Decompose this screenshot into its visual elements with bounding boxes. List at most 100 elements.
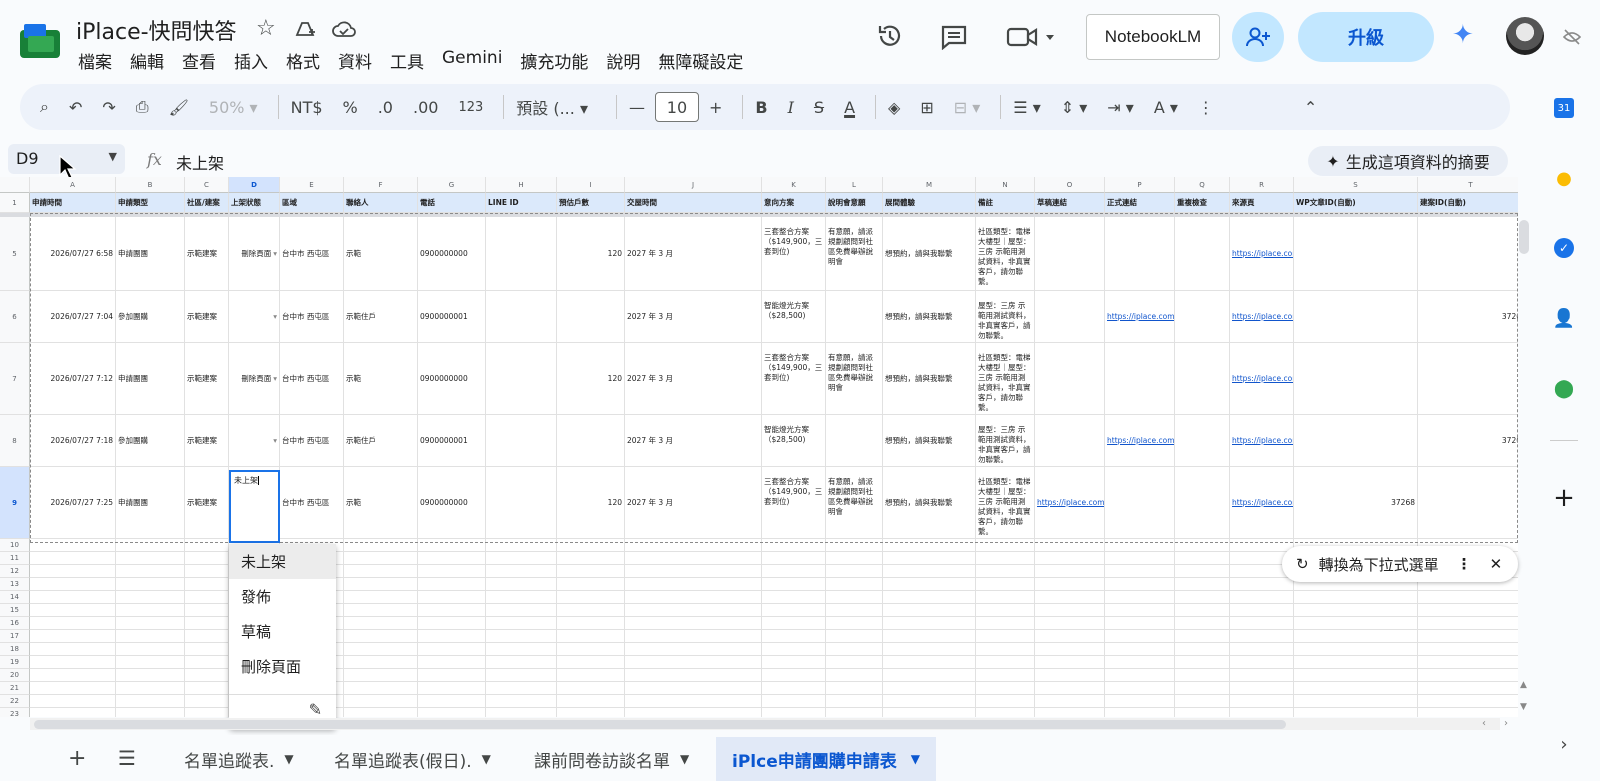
empty-cell[interactable] (1175, 630, 1230, 643)
table-cell[interactable] (1035, 217, 1105, 291)
empty-cell[interactable] (486, 578, 557, 591)
empty-cell[interactable] (1035, 578, 1105, 591)
table-cell[interactable]: 示範建案 (185, 415, 229, 467)
decrease-decimal-button[interactable]: .0 (378, 98, 393, 117)
table-cell[interactable]: https://iplace.com.tw/community/?nocache… (1230, 291, 1294, 343)
column-title-cell[interactable]: 草稿連結 (1035, 193, 1105, 213)
table-cell[interactable]: ▾ (229, 415, 280, 467)
empty-cell[interactable] (1175, 591, 1230, 604)
empty-cell[interactable] (344, 565, 418, 578)
menu-format[interactable]: 格式 (286, 48, 330, 73)
empty-cell[interactable] (116, 656, 185, 669)
meet-video-icon[interactable] (1006, 26, 1056, 48)
sheet-tab-active[interactable]: iPlce申請團購申請表 ▼ (716, 737, 936, 781)
empty-cell[interactable] (762, 552, 826, 565)
table-cell[interactable] (1175, 343, 1230, 415)
table-cell[interactable]: 參加團購 (116, 291, 185, 343)
empty-cell[interactable] (557, 682, 625, 695)
empty-cell[interactable] (1105, 552, 1175, 565)
table-cell[interactable] (1035, 415, 1105, 467)
empty-cell[interactable] (418, 617, 486, 630)
table-cell[interactable] (1294, 415, 1418, 467)
empty-cell[interactable] (826, 617, 883, 630)
empty-cell[interactable] (344, 617, 418, 630)
empty-cell[interactable] (116, 552, 185, 565)
table-cell[interactable]: 2027 年 3 月 (625, 217, 762, 291)
empty-cell[interactable] (976, 656, 1035, 669)
empty-cell[interactable] (1175, 682, 1230, 695)
empty-cell[interactable] (185, 656, 229, 669)
empty-cell[interactable] (30, 630, 116, 643)
empty-cell[interactable] (30, 695, 116, 708)
maps-icon[interactable]: ⬤ (1550, 374, 1578, 402)
empty-cell[interactable] (418, 656, 486, 669)
table-cell[interactable] (486, 467, 557, 539)
empty-cell[interactable] (30, 591, 116, 604)
table-cell[interactable]: 參加團購 (116, 415, 185, 467)
menu-extensions[interactable]: 擴充功能 (520, 48, 598, 73)
scroll-left-icon[interactable]: ‹ (1482, 718, 1486, 729)
empty-cell[interactable] (625, 656, 762, 669)
empty-cell[interactable] (883, 708, 976, 717)
table-cell[interactable]: 120 (557, 343, 625, 415)
table-cell[interactable]: 120 (557, 467, 625, 539)
empty-cell[interactable] (762, 539, 826, 552)
empty-cell[interactable] (826, 552, 883, 565)
table-cell[interactable] (1418, 217, 1518, 291)
table-cell[interactable]: 2026/07/27 7:12 (30, 343, 116, 415)
column-header[interactable]: C (185, 177, 229, 193)
empty-cell[interactable] (344, 656, 418, 669)
table-cell[interactable]: 社區類型：電梯大樓型｜屋型：三房 示範用測試資料，非真實客戶，請勿聯繫。 (976, 467, 1035, 539)
sheet-tab[interactable]: 名單追蹤表. ▼ (168, 737, 310, 781)
empty-cell[interactable] (557, 539, 625, 552)
cell-link[interactable]: https://iplace.com. (1107, 312, 1174, 322)
zoom-select[interactable]: 50% ▾ (209, 98, 258, 117)
empty-cell[interactable] (1035, 656, 1105, 669)
table-cell[interactable] (557, 291, 625, 343)
empty-cell[interactable] (1230, 643, 1294, 656)
empty-cell[interactable] (762, 708, 826, 717)
table-cell[interactable]: https://iplace.com.tw/smart-home-group-b… (1230, 217, 1294, 291)
empty-cell[interactable] (1105, 656, 1175, 669)
table-cell[interactable]: https://iplace.com.tw/community/?nocache… (1230, 415, 1294, 467)
empty-cell[interactable] (1418, 695, 1518, 708)
comments-icon[interactable] (940, 24, 968, 50)
table-cell[interactable]: 2026/07/27 7:25 (30, 467, 116, 539)
empty-cell[interactable] (883, 552, 976, 565)
empty-cell[interactable] (1418, 708, 1518, 717)
table-cell[interactable]: 有意願，請派規劃顧問到社區免費舉辦說明會 (826, 217, 883, 291)
horizontal-scrollbar-thumb[interactable] (34, 720, 1286, 729)
column-title-cell[interactable]: 聯絡人 (344, 193, 418, 213)
empty-cell[interactable] (116, 669, 185, 682)
row-header[interactable]: 22 (0, 695, 30, 708)
empty-cell[interactable] (883, 682, 976, 695)
font-size-decrease-button[interactable]: — (629, 98, 645, 117)
version-history-icon[interactable] (876, 22, 904, 50)
empty-cell[interactable] (883, 695, 976, 708)
column-title-cell[interactable]: 來源頁 (1230, 193, 1294, 213)
table-cell[interactable]: 申請團團 (116, 343, 185, 415)
tasks-icon[interactable]: ✓ (1550, 234, 1578, 262)
empty-cell[interactable] (557, 591, 625, 604)
empty-cell[interactable] (1105, 539, 1175, 552)
cell-link[interactable]: https://iplace.com. (1107, 436, 1174, 446)
column-header[interactable]: R (1230, 177, 1294, 193)
empty-cell[interactable] (344, 591, 418, 604)
row-header[interactable]: 1 (0, 193, 30, 213)
empty-cell[interactable] (883, 565, 976, 578)
table-cell[interactable] (1105, 467, 1175, 539)
empty-cell[interactable] (344, 578, 418, 591)
table-cell[interactable] (1294, 291, 1418, 343)
empty-cell[interactable] (625, 552, 762, 565)
table-cell[interactable]: 示範 (344, 217, 418, 291)
column-header[interactable]: F (344, 177, 418, 193)
empty-cell[interactable] (185, 604, 229, 617)
table-cell[interactable]: 2027 年 3 月 (625, 291, 762, 343)
empty-cell[interactable] (116, 604, 185, 617)
table-cell[interactable] (1294, 343, 1418, 415)
column-title-cell[interactable]: 交屋時間 (625, 193, 762, 213)
column-header[interactable]: N (976, 177, 1035, 193)
table-cell[interactable]: 想預約，請與我聯繫 (883, 217, 976, 291)
empty-cell[interactable] (883, 669, 976, 682)
empty-cell[interactable] (557, 643, 625, 656)
